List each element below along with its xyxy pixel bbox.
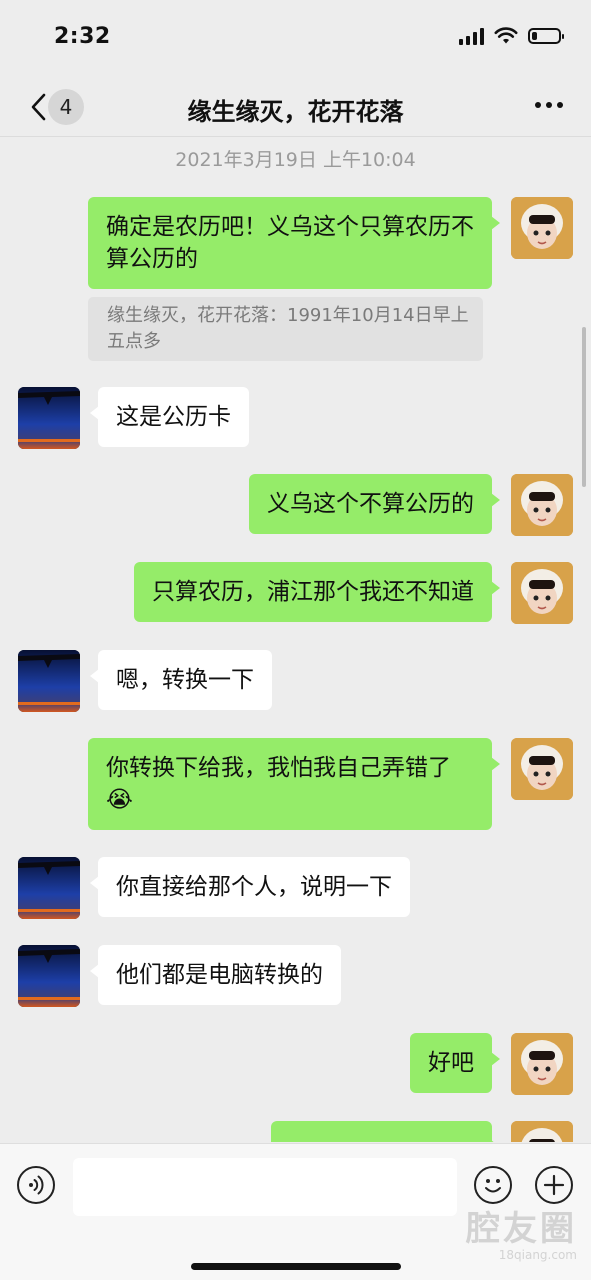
outgoing-message[interactable]: 确定是农历吧！义乌这个只算农历不算公历的	[88, 197, 500, 289]
outgoing-message[interactable]: 你转换下给我，我怕我自己弄错了 😭	[88, 738, 500, 830]
message-text: 义乌这个不算公历的	[267, 491, 474, 517]
message-input[interactable]	[73, 1158, 457, 1216]
status-icons	[459, 27, 564, 45]
outgoing-message-partial[interactable]	[271, 1121, 500, 1142]
scrollbar[interactable]	[582, 327, 586, 487]
status-bar: 2:32	[0, 0, 591, 78]
contact-avatar[interactable]	[18, 387, 80, 449]
incoming-message[interactable]: 这是公历卡	[90, 387, 249, 447]
signal-icon	[459, 27, 484, 45]
message-text: 确定是农历吧！义乌这个只算农历不算公历的	[106, 214, 474, 272]
my-avatar[interactable]	[511, 562, 573, 624]
message-timestamp: 2021年3月19日 上午10:04	[175, 149, 416, 171]
message-text: 只算农历，浦江那个我还不知道	[152, 579, 474, 605]
more-functions-button[interactable]	[535, 1166, 573, 1204]
my-avatar[interactable]	[511, 474, 573, 536]
outgoing-message[interactable]: 只算农历，浦江那个我还不知道	[134, 562, 500, 622]
my-avatar[interactable]	[511, 1033, 573, 1095]
my-avatar[interactable]	[511, 1121, 573, 1142]
incoming-message[interactable]: 你直接给那个人，说明一下	[90, 857, 410, 917]
chat-title: 缘生缘灭，花开花落	[187, 98, 404, 126]
message-list[interactable]: 2021年3月19日 上午10:04 确定是农历吧！义乌这个只算农历不算公历的 …	[0, 137, 591, 1142]
smiley-icon	[485, 1179, 501, 1193]
incoming-message[interactable]: 他们都是电脑转换的	[90, 945, 341, 1005]
voice-icon	[29, 1175, 44, 1195]
chat-header: 4 缘生缘灭，花开花落	[0, 78, 591, 137]
voice-input-button[interactable]	[17, 1166, 55, 1204]
emoji-button[interactable]	[474, 1166, 512, 1204]
message-text: 你直接给那个人，说明一下	[116, 874, 392, 900]
contact-avatar[interactable]	[18, 945, 80, 1007]
message-text: 嗯，转换一下	[116, 667, 254, 693]
message-text: 他们都是电脑转换的	[116, 962, 323, 988]
quoted-message[interactable]: 缘生缘灭，花开花落：1991年10月14日早上五点多	[88, 297, 483, 361]
my-avatar[interactable]	[511, 738, 573, 800]
watermark: 腔友圈 18qiang.com	[466, 1210, 577, 1262]
outgoing-message[interactable]: 义乌这个不算公历的	[249, 474, 500, 534]
my-avatar[interactable]	[511, 197, 573, 259]
crying-laughing-emoji: 😭	[106, 787, 133, 813]
contact-avatar[interactable]	[18, 857, 80, 919]
message-text: 你转换下给我，我怕我自己弄错了	[106, 755, 451, 781]
home-indicator[interactable]	[191, 1263, 401, 1270]
contact-avatar[interactable]	[18, 650, 80, 712]
watermark-url: 18qiang.com	[498, 1248, 577, 1262]
wifi-icon	[494, 27, 518, 44]
more-options-button[interactable]	[535, 102, 563, 108]
quoted-text: 缘生缘灭，花开花落：1991年10月14日早上五点多	[107, 305, 469, 352]
status-time: 2:32	[54, 24, 111, 49]
incoming-message[interactable]: 嗯，转换一下	[90, 650, 272, 710]
outgoing-message[interactable]: 好吧	[410, 1033, 500, 1093]
message-text: 好吧	[428, 1050, 474, 1076]
plus-icon	[543, 1174, 565, 1196]
message-text: 这是公历卡	[116, 404, 231, 430]
battery-icon	[528, 28, 564, 44]
watermark-text: 腔友圈	[466, 1209, 577, 1249]
